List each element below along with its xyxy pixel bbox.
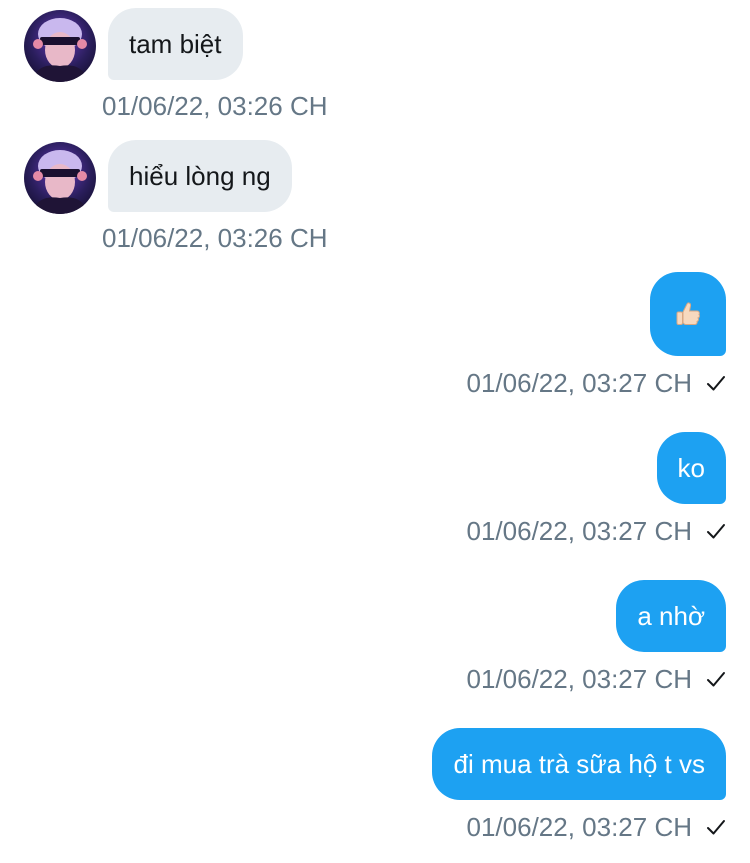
message-bubble-incoming[interactable]: tam biệt: [108, 8, 243, 80]
message-timestamp: 01/06/22, 03:26 CH: [102, 91, 328, 121]
message-meta: 01/06/22, 03:27 CH: [467, 516, 727, 546]
message-meta: 01/06/22, 03:27 CH: [467, 812, 727, 842]
avatar[interactable]: [24, 142, 96, 214]
message-text: đi mua trà sữa hộ t vs: [453, 749, 705, 779]
check-icon: [707, 524, 725, 539]
message-text: hiểu lòng ng: [129, 161, 271, 191]
message-text: tam biệt: [129, 29, 222, 59]
avatar[interactable]: [24, 10, 96, 82]
avatar-image: [24, 142, 96, 214]
check-icon: [707, 820, 725, 835]
check-icon: [707, 376, 725, 391]
message-meta: 01/06/22, 03:27 CH: [467, 368, 727, 398]
message-timestamp: 01/06/22, 03:27 CH: [466, 664, 693, 694]
message-timestamp: 01/06/22, 03:27 CH: [466, 368, 693, 398]
avatar-image: [24, 10, 96, 82]
message-meta: 01/06/22, 03:27 CH: [467, 664, 727, 694]
message-bubble-outgoing[interactable]: a nhờ: [616, 580, 726, 652]
message-timestamp: 01/06/22, 03:27 CH: [466, 516, 693, 546]
message-bubble-outgoing[interactable]: ko: [656, 432, 726, 504]
thumbs-up-icon: [676, 302, 701, 325]
message-timestamp: 01/06/22, 03:27 CH: [466, 812, 693, 842]
message-bubble-outgoing[interactable]: 👍🏻: [650, 272, 726, 356]
message-text: a nhờ: [637, 601, 705, 631]
message-bubble-incoming[interactable]: hiểu lòng ng: [108, 140, 292, 212]
message-text: ko: [677, 453, 705, 483]
check-icon: [707, 672, 725, 687]
message-thread: tam biệt 01/06/22, 03:26 CH hiểu lòng ng…: [0, 0, 750, 863]
message-bubble-outgoing[interactable]: đi mua trà sữa hộ t vs: [432, 728, 726, 800]
message-timestamp: 01/06/22, 03:26 CH: [102, 223, 328, 253]
